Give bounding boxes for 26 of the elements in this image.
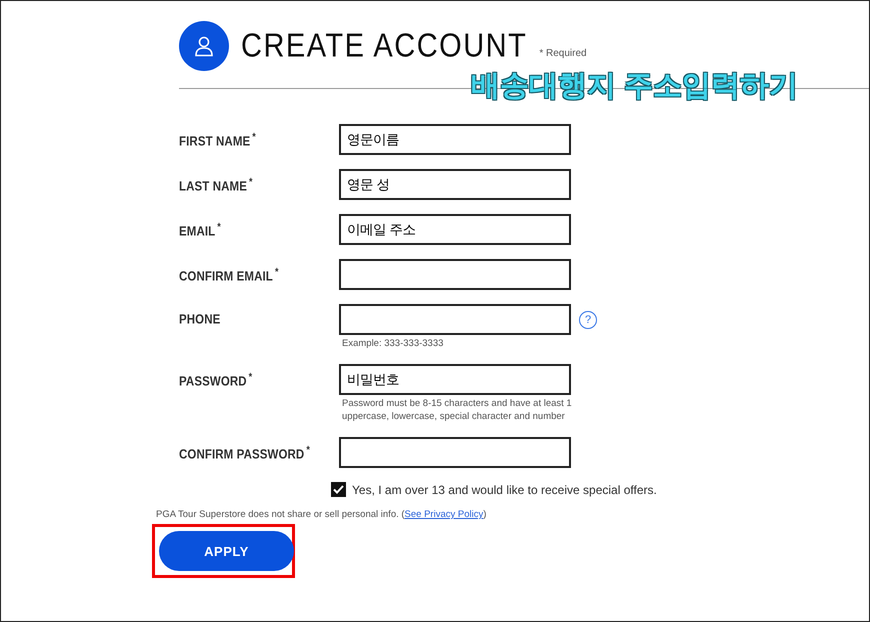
input-field[interactable]: 영문이름 [339,124,571,155]
input-field[interactable]: 영문 성 [339,169,571,200]
field-label: FIRST NAME$^{*}$ [179,130,257,149]
field-label: PASSWORD$^{*}$ [179,370,254,389]
privacy-note: PGA Tour Superstore does not share or sell personal info. (See Privacy Policy) [156,509,488,520]
apply-button[interactable]: APPLY [159,531,294,571]
offers-checkbox[interactable] [331,482,346,497]
field-label: LAST NAME$^{*}$ [179,175,254,194]
page-title: CREATE ACCOUNT [241,26,528,66]
input-field[interactable]: 비밀번호 [339,364,571,395]
help-icon[interactable]: ? [579,310,597,328]
required-note: * Required [539,48,587,59]
field-label: EMAIL$^{*}$ [179,220,222,239]
field-label: PHONE [179,312,222,326]
checkbox-label: Yes, I am over 13 and would like to receive special offers. [352,482,657,496]
person-icon [194,35,214,57]
field-hint: Example: 333-333-3333 [341,337,444,350]
input-field[interactable]: 이메일 주소 [339,214,571,245]
privacy-policy-link[interactable]: See Privacy Policy [404,509,484,520]
input-field[interactable] [339,304,571,335]
field-hint: Password must be 8-15 characters and have at least 1 uppercase, lowercase, special character and number [341,397,573,423]
field-label: CONFIRM EMAIL$^{*}$ [179,265,280,284]
input-field[interactable] [339,259,571,290]
input-field[interactable] [339,437,571,468]
field-label: CONFIRM PASSWORD$^{*}$ [179,443,311,462]
annotation-text: 배송대행지 주소입력하기 [471,69,798,104]
